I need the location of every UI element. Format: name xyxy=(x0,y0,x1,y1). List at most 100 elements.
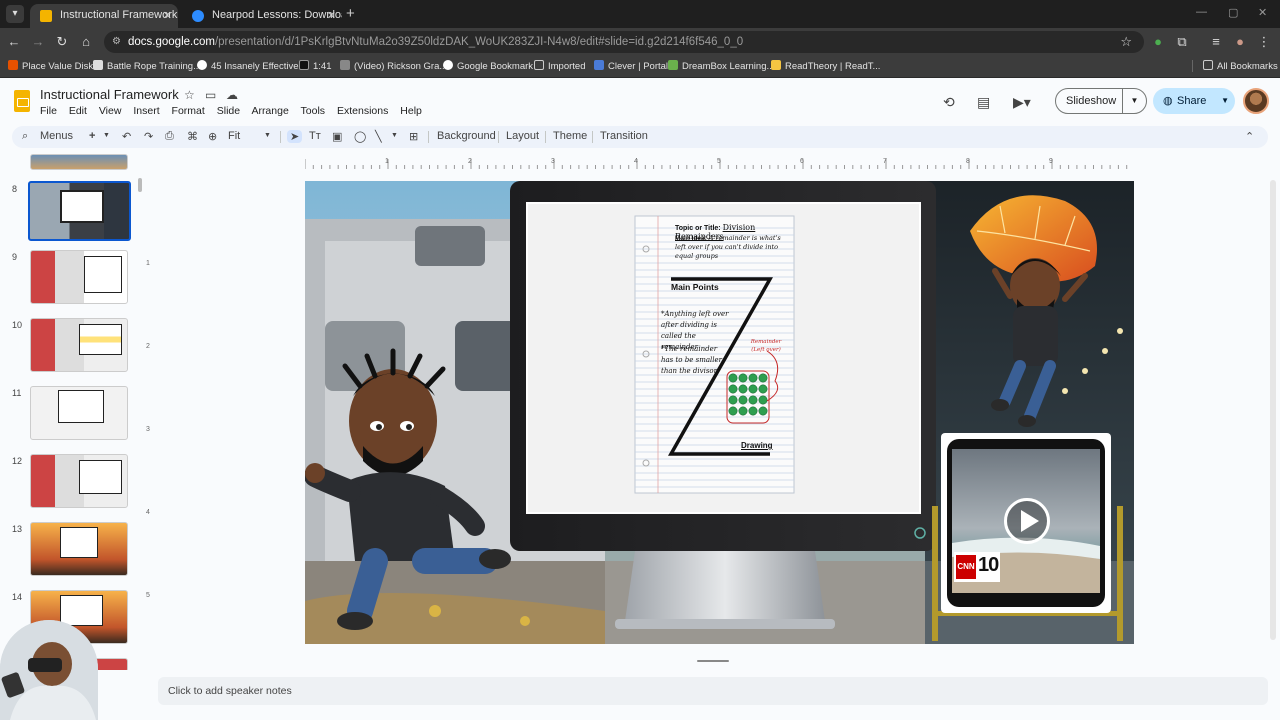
share-button[interactable]: ◍ Share ▼ xyxy=(1153,88,1235,114)
move-folder-icon[interactable]: ▭ xyxy=(205,88,216,102)
reading-list-icon[interactable]: ≡ xyxy=(1208,34,1224,49)
new-tab-icon[interactable]: + xyxy=(346,5,355,22)
canvas-scrollbar[interactable] xyxy=(1270,180,1276,640)
zoom-select[interactable]: Fit xyxy=(228,130,240,142)
notes-main-idea[interactable]: Main Idea: A remainder is what's left ov… xyxy=(675,234,793,261)
slide-thumbnail-9[interactable] xyxy=(30,250,128,304)
collapse-toolbar-icon[interactable]: ⌃ xyxy=(1245,130,1254,143)
menu-format[interactable]: Format xyxy=(172,105,205,117)
slide-thumbnail-11[interactable] xyxy=(30,386,128,440)
bookmark-item[interactable]: Battle Rope Training... xyxy=(93,60,201,72)
forward-icon[interactable]: → xyxy=(30,34,46,49)
chevron-down-icon[interactable]: ▼ xyxy=(1122,89,1146,113)
transition-button[interactable]: Transition xyxy=(600,130,648,142)
zoom-icon[interactable]: ⊕ xyxy=(208,130,217,143)
shape-icon[interactable]: ◯ xyxy=(354,130,366,143)
comment-add-icon[interactable]: ⊞ xyxy=(409,130,418,143)
layout-button[interactable]: Layout xyxy=(506,130,539,142)
minimize-icon[interactable]: — xyxy=(1196,6,1207,18)
background-button[interactable]: Background xyxy=(437,130,496,142)
bookmark-folder[interactable]: Imported xyxy=(534,60,586,72)
extensions-icon[interactable]: ⧉ xyxy=(1174,34,1190,50)
text-box-icon[interactable]: Tт xyxy=(309,130,321,142)
webcam-overlay xyxy=(0,620,98,720)
paint-format-icon[interactable]: ⌘ xyxy=(187,130,198,143)
theme-button[interactable]: Theme xyxy=(553,130,587,142)
redo-icon[interactable]: ↷ xyxy=(144,130,153,143)
browser-menu-icon[interactable]: ⋮ xyxy=(1256,34,1272,50)
vertical-ruler[interactable]: 1 2 3 4 5 xyxy=(144,180,154,640)
undo-icon[interactable]: ↶ xyxy=(122,130,131,143)
new-slide-icon[interactable]: + xyxy=(89,130,95,142)
main-points-heading[interactable]: Main Points xyxy=(671,282,719,292)
menu-help[interactable]: Help xyxy=(400,105,422,117)
bookmark-item[interactable]: (Video) Rickson Gra... xyxy=(340,60,447,72)
avatar[interactable] xyxy=(1243,88,1269,114)
bookmark-item[interactable]: Place Value Disks xyxy=(8,60,98,72)
reload-icon[interactable]: ↻ xyxy=(54,34,70,50)
grammarly-extension-icon[interactable]: ● xyxy=(1150,34,1166,49)
tab-nearpod[interactable]: Nearpod Lessons: Download m ✕ xyxy=(182,4,342,28)
line-icon[interactable]: ╲ xyxy=(375,130,382,143)
bookmark-item[interactable]: DreamBox Learning... xyxy=(668,60,774,72)
chevron-down-icon[interactable]: ▼ xyxy=(103,132,110,139)
insert-image-icon[interactable]: ▣ xyxy=(332,130,342,143)
maximize-icon[interactable]: ▢ xyxy=(1228,6,1238,19)
remainder-annotation[interactable]: Remainder (Left over) xyxy=(746,338,786,354)
select-cursor-icon[interactable]: ➤ xyxy=(287,130,303,143)
profile-icon[interactable]: ● xyxy=(1232,34,1248,49)
cloud-status-icon[interactable]: ☁ xyxy=(226,88,238,102)
slide-thumbnail-13[interactable] xyxy=(30,522,128,576)
slide-thumbnail-8[interactable] xyxy=(28,181,131,241)
notes-resize-handle[interactable] xyxy=(697,660,729,662)
close-icon[interactable]: ✕ xyxy=(163,9,172,22)
print-icon[interactable]: ⎙ xyxy=(165,130,174,143)
slide-thumbnail-12[interactable] xyxy=(30,454,128,508)
all-bookmarks-folder[interactable]: All Bookmarks xyxy=(1192,60,1278,72)
slide-8-canvas[interactable]: Topic or Title: Division Remainders Main… xyxy=(305,181,1134,644)
site-info-icon[interactable]: ⚙ xyxy=(112,31,121,53)
address-bar[interactable]: ⚙ docs.google.com/presentation/d/1PsKrlg… xyxy=(104,31,1144,53)
bookmark-item[interactable]: 1:41 xyxy=(299,60,332,72)
menu-extensions[interactable]: Extensions xyxy=(337,105,388,117)
bookmark-item[interactable]: 45 Insanely Effective... xyxy=(197,60,306,72)
meet-camera-icon[interactable]: ▶▾ xyxy=(1013,94,1031,111)
version-history-icon[interactable]: ⟲ xyxy=(943,94,955,111)
chevron-down-icon[interactable]: ▼ xyxy=(1221,88,1229,114)
speaker-notes[interactable]: Click to add speaker notes xyxy=(158,677,1268,705)
slideshow-button[interactable]: Slideshow ▼ xyxy=(1055,88,1147,114)
close-icon[interactable]: ✕ xyxy=(327,9,336,22)
main-point-2[interactable]: *The remainder has to be smaller than th… xyxy=(661,344,725,377)
video-play-button[interactable] xyxy=(1004,498,1050,544)
slide-thumbnail[interactable] xyxy=(30,154,128,170)
bookmark-star-icon[interactable]: ☆ xyxy=(1120,31,1132,53)
document-title[interactable]: Instructional Framework xyxy=(40,87,179,102)
tab-instructional-framework[interactable]: Instructional Framework - Goo ✕ xyxy=(30,4,178,28)
search-icon[interactable]: ⌕ xyxy=(22,130,28,143)
menu-slide[interactable]: Slide xyxy=(217,105,240,117)
menu-file[interactable]: File xyxy=(40,105,57,117)
slide-thumbnail-10[interactable] xyxy=(30,318,128,372)
search-menus-input[interactable]: Menus xyxy=(40,130,73,142)
bookmark-item[interactable]: Google Bookmark xyxy=(443,60,533,72)
filmstrip-scrollbar[interactable] xyxy=(138,178,142,192)
drawing-label[interactable]: Drawing xyxy=(741,441,773,450)
window-close-icon[interactable]: ✕ xyxy=(1258,6,1267,19)
bookmark-favicon-icon xyxy=(197,60,207,70)
home-icon[interactable]: ⌂ xyxy=(78,34,94,49)
bookmark-item[interactable]: ReadTheory | ReadT... xyxy=(771,60,880,72)
back-icon[interactable]: ← xyxy=(6,34,22,49)
menu-edit[interactable]: Edit xyxy=(69,105,87,117)
comments-icon[interactable]: ▤ xyxy=(977,94,990,111)
bookmark-item[interactable]: Clever | Portal xyxy=(594,60,668,72)
chevron-down-icon[interactable]: ▼ xyxy=(264,132,271,139)
menu-insert[interactable]: Insert xyxy=(133,105,159,117)
menu-tools[interactable]: Tools xyxy=(301,105,326,117)
chevron-down-icon[interactable]: ▼ xyxy=(391,132,398,139)
slides-logo-icon[interactable] xyxy=(14,90,30,112)
star-icon[interactable]: ☆ xyxy=(184,88,195,102)
horizontal-ruler[interactable]: 1 2 3 4 5 6 7 8 9 xyxy=(305,158,1133,169)
tab-search-icon[interactable]: ▾ xyxy=(6,5,24,23)
menu-view[interactable]: View xyxy=(99,105,122,117)
menu-arrange[interactable]: Arrange xyxy=(251,105,288,117)
